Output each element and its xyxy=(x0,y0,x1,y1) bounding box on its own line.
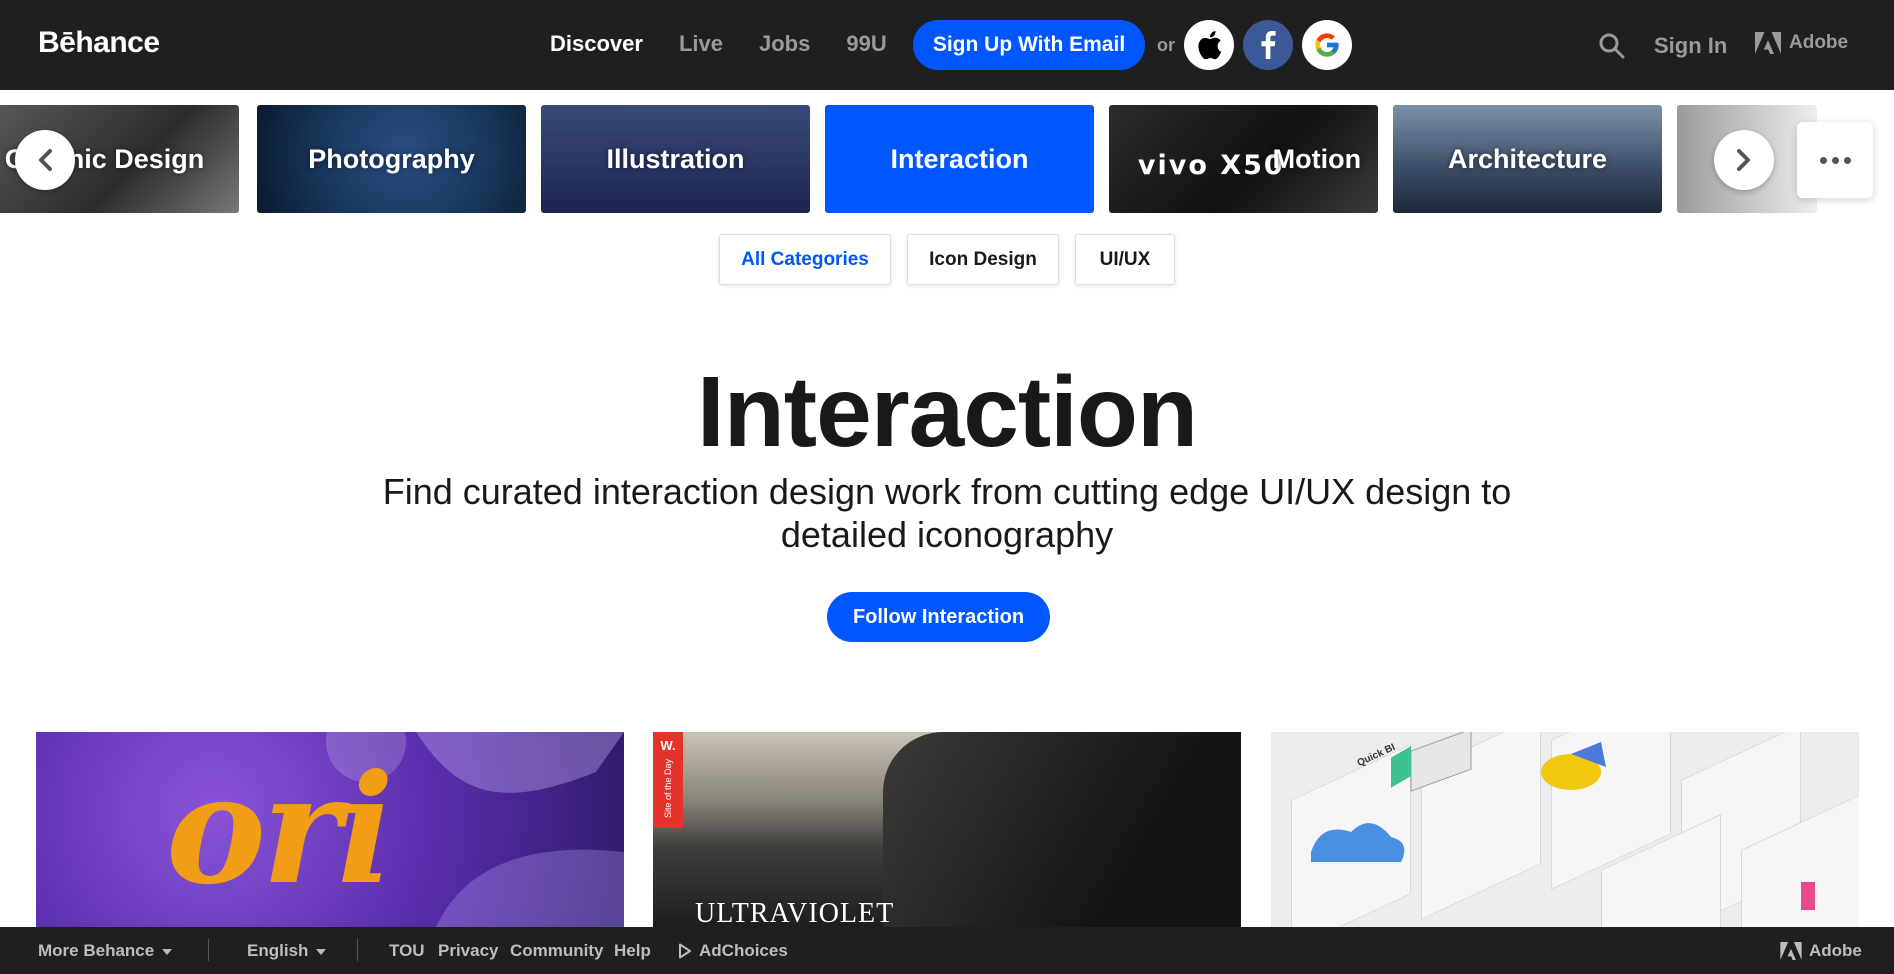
category-label: Photography xyxy=(308,143,475,174)
adchoices-label: AdChoices xyxy=(699,941,788,960)
subcategory-all-categories[interactable]: All Categories xyxy=(719,234,891,285)
facebook-icon xyxy=(1261,31,1276,59)
project-card[interactable]: Quick BI xyxy=(1271,732,1859,927)
carousel-prev-button[interactable] xyxy=(15,130,75,190)
language-dropdown[interactable]: English xyxy=(247,941,327,961)
site-of-the-day-badge: W. Site of the Day xyxy=(653,732,683,828)
project-cover-text: ori xyxy=(166,742,394,918)
facebook-signin-button[interactable] xyxy=(1243,20,1293,70)
chevron-right-icon xyxy=(1737,149,1750,171)
divider xyxy=(357,939,358,961)
google-signin-button[interactable] xyxy=(1302,20,1352,70)
project-cover-art xyxy=(883,732,1241,927)
category-label: Motion xyxy=(1272,143,1362,174)
nav-99u[interactable]: 99U xyxy=(846,31,886,57)
adchoices-icon xyxy=(679,943,691,959)
apple-signin-button[interactable] xyxy=(1184,20,1234,70)
main-nav: Discover Live Jobs 99U xyxy=(550,31,887,57)
google-icon xyxy=(1315,33,1339,57)
adobe-label: Adobe xyxy=(1809,941,1862,960)
more-behance-label: More Behance xyxy=(38,941,155,960)
adobe-link[interactable]: Adobe xyxy=(1755,32,1848,54)
category-label: Illustration xyxy=(606,143,745,174)
apple-icon xyxy=(1198,31,1222,60)
page-title: Interaction xyxy=(696,356,1198,468)
project-card[interactable]: W. Site of the Day ULTRAVIOLET xyxy=(653,732,1241,927)
divider xyxy=(208,939,209,961)
footer-link-community[interactable]: Community xyxy=(510,941,604,961)
badge-text: Site of the Day xyxy=(663,759,673,819)
nav-jobs[interactable]: Jobs xyxy=(759,31,810,57)
category-label: Architecture xyxy=(1447,143,1608,174)
more-categories-button[interactable] xyxy=(1797,122,1873,198)
caret-down-icon xyxy=(162,948,173,955)
footer-bar: More Behance English TOU Privacy Communi… xyxy=(0,927,1894,974)
chevron-left-icon xyxy=(39,149,52,171)
sign-in-link[interactable]: Sign In xyxy=(1654,33,1727,59)
category-tile-photography[interactable]: Photography xyxy=(257,105,526,213)
category-label: Interaction xyxy=(890,143,1029,174)
footer-link-help[interactable]: Help xyxy=(614,941,651,961)
project-cover-text: ULTRAVIOLET xyxy=(695,898,895,927)
sign-up-email-button[interactable]: Sign Up With Email xyxy=(913,20,1145,70)
category-tile-illustration[interactable]: Illustration xyxy=(541,105,810,213)
project-cover-icons xyxy=(1311,732,1815,910)
page-description: Find curated interaction design work fro… xyxy=(382,471,1512,555)
language-label: English xyxy=(247,941,309,960)
dot xyxy=(1831,156,1839,164)
follow-category-button[interactable]: Follow Interaction xyxy=(827,592,1050,642)
category-tile-motion[interactable]: vivo X50 Motion xyxy=(1109,105,1378,213)
dot xyxy=(1843,156,1851,164)
adobe-icon xyxy=(1755,32,1781,54)
subcategory-ui-ux[interactable]: UI/UX xyxy=(1075,234,1175,285)
project-card[interactable]: ori xyxy=(36,732,624,927)
footer-link-privacy[interactable]: Privacy xyxy=(438,941,499,961)
footer-adobe-link[interactable]: Adobe xyxy=(1780,941,1862,961)
carousel-next-button[interactable] xyxy=(1714,130,1774,190)
nav-live[interactable]: Live xyxy=(679,31,723,57)
motion-overlay-text: vivo X50 xyxy=(1137,149,1285,181)
top-nav-bar: Bēhance Discover Live Jobs 99U Sign Up W… xyxy=(0,0,1894,90)
search-icon[interactable] xyxy=(1598,32,1626,60)
caret-down-icon xyxy=(316,948,327,955)
nav-discover[interactable]: Discover xyxy=(550,31,643,57)
category-tile-architecture[interactable]: Architecture xyxy=(1393,105,1662,213)
adchoices-link[interactable]: AdChoices xyxy=(678,941,788,961)
adobe-label: Adobe xyxy=(1789,32,1849,53)
behance-logo[interactable]: Bēhance xyxy=(38,26,160,60)
category-carousel: Graphic Design Photography Illustration … xyxy=(0,105,1894,213)
dot xyxy=(1819,156,1827,164)
more-behance-dropdown[interactable]: More Behance xyxy=(38,941,173,961)
footer-link-tou[interactable]: TOU xyxy=(389,941,425,961)
or-label: or xyxy=(1157,35,1175,55)
badge-letter: W. xyxy=(660,738,676,753)
adobe-icon xyxy=(1780,942,1802,960)
subcategory-icon-design[interactable]: Icon Design xyxy=(907,234,1059,285)
category-tile-interaction[interactable]: Interaction xyxy=(825,105,1094,213)
